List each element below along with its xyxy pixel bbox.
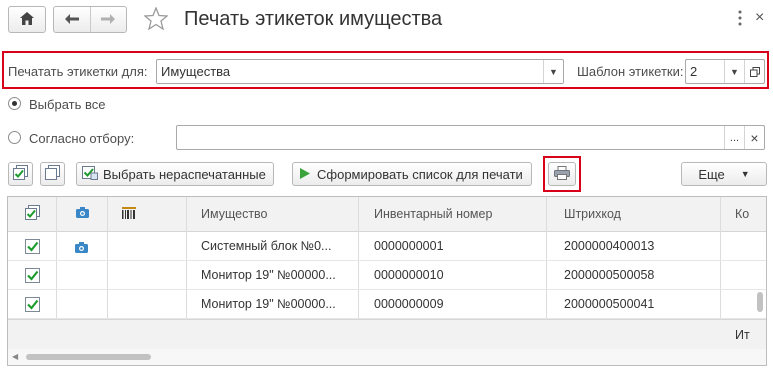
filter-select-button[interactable]: ... [724, 126, 744, 149]
row-inv: 0000000009 [374, 297, 444, 311]
back-button[interactable] [54, 7, 91, 32]
header-photo-col[interactable] [57, 197, 107, 231]
check-all-icon [24, 205, 40, 223]
filter-input[interactable]: ... × [176, 125, 765, 150]
forward-arrow-icon [101, 12, 116, 27]
nav-buttons [53, 6, 127, 33]
home-button[interactable] [8, 6, 46, 33]
template-label: Шаблон этикетки: [577, 64, 684, 79]
page-title: Печать этикеток имущества [184, 8, 443, 30]
header-name-col[interactable]: Имущество [201, 197, 356, 231]
header-qty-col[interactable]: Ко [735, 197, 765, 231]
footer-total-label: Ит [735, 327, 750, 342]
template-value: 2 [690, 64, 698, 79]
play-icon [300, 167, 310, 182]
print-for-label: Печатать этикетки для: [8, 64, 148, 79]
copy-icon[interactable] [744, 60, 764, 83]
uncheck-all-button[interactable] [40, 162, 65, 186]
table-row[interactable]: Монитор 19" №00000... 0000000009 2000000… [8, 290, 766, 319]
row-barcode: 2000000500041 [564, 297, 655, 311]
vertical-scrollbar[interactable] [757, 292, 763, 312]
more-vert-icon[interactable] [737, 10, 745, 28]
table-footer: Ит [8, 319, 766, 349]
horizontal-scrollbar[interactable]: ◀ [8, 349, 766, 365]
template-select[interactable]: 2 ▼ [685, 59, 765, 84]
row-checkbox[interactable] [25, 297, 40, 312]
uncheck-all-icon [45, 165, 60, 183]
select-unprinted-label: Выбрать нераспечатанные [103, 166, 266, 182]
camera-icon [75, 207, 89, 221]
row-name: Монитор 19" №00000... [201, 268, 336, 282]
camera-icon [75, 241, 88, 256]
home-icon [20, 11, 34, 28]
chevron-down-icon: ▼ [740, 169, 750, 179]
star-icon[interactable] [143, 6, 169, 33]
row-checkbox[interactable] [25, 239, 40, 254]
close-icon[interactable]: × [755, 9, 764, 27]
print-button[interactable] [548, 162, 576, 186]
row-barcode: 2000000400013 [564, 239, 655, 253]
select-unprinted-button[interactable]: Выбрать нераспечатанные [76, 162, 274, 186]
row-checkbox[interactable] [25, 268, 40, 283]
barcode-icon [122, 206, 136, 222]
printer-icon [554, 165, 570, 183]
select-unprinted-icon [82, 165, 98, 183]
chevron-down-icon[interactable]: ▼ [543, 60, 563, 83]
select-all-label: Выбрать все [29, 97, 106, 112]
row-name: Монитор 19" №00000... [201, 297, 336, 311]
more-button[interactable]: Еще ▼ [681, 162, 767, 186]
print-for-select[interactable]: Имущества ▼ [156, 59, 564, 84]
horizontal-scrollbar-thumb[interactable] [26, 354, 151, 360]
table-header: Имущество Инвентарный номер Штрихкод Ко [8, 197, 766, 232]
check-all-icon [13, 165, 28, 183]
scroll-left-icon[interactable]: ◀ [12, 352, 18, 361]
back-arrow-icon [64, 12, 79, 27]
clear-filter-button[interactable]: × [744, 126, 764, 149]
row-inv: 0000000001 [374, 239, 444, 253]
header-inv-col[interactable]: Инвентарный номер [374, 197, 544, 231]
row-inv: 0000000010 [374, 268, 444, 282]
header-check-col[interactable] [8, 197, 56, 231]
generate-list-button[interactable]: Сформировать список для печати [292, 162, 532, 186]
check-all-button[interactable] [8, 162, 33, 186]
select-all-radio[interactable] [8, 97, 21, 110]
by-filter-label: Согласно отбору: [29, 131, 135, 146]
items-table[interactable]: Имущество Инвентарный номер Штрихкод Ко … [7, 196, 767, 366]
generate-list-label: Сформировать список для печати [317, 166, 523, 182]
by-filter-radio[interactable] [8, 131, 21, 144]
more-label: Еще [698, 166, 725, 182]
print-for-value: Имущества [161, 64, 231, 79]
table-row[interactable]: Монитор 19" №00000... 0000000010 2000000… [8, 261, 766, 290]
row-barcode: 2000000500058 [564, 268, 655, 282]
table-row[interactable]: Системный блок №0... 0000000001 20000004… [8, 232, 766, 261]
row-name: Системный блок №0... [201, 239, 332, 253]
chevron-down-icon[interactable]: ▼ [724, 60, 744, 83]
header-barcode-col[interactable] [108, 197, 186, 231]
forward-button[interactable] [91, 7, 127, 32]
header-barcode-text-col[interactable]: Штрихкод [564, 197, 714, 231]
